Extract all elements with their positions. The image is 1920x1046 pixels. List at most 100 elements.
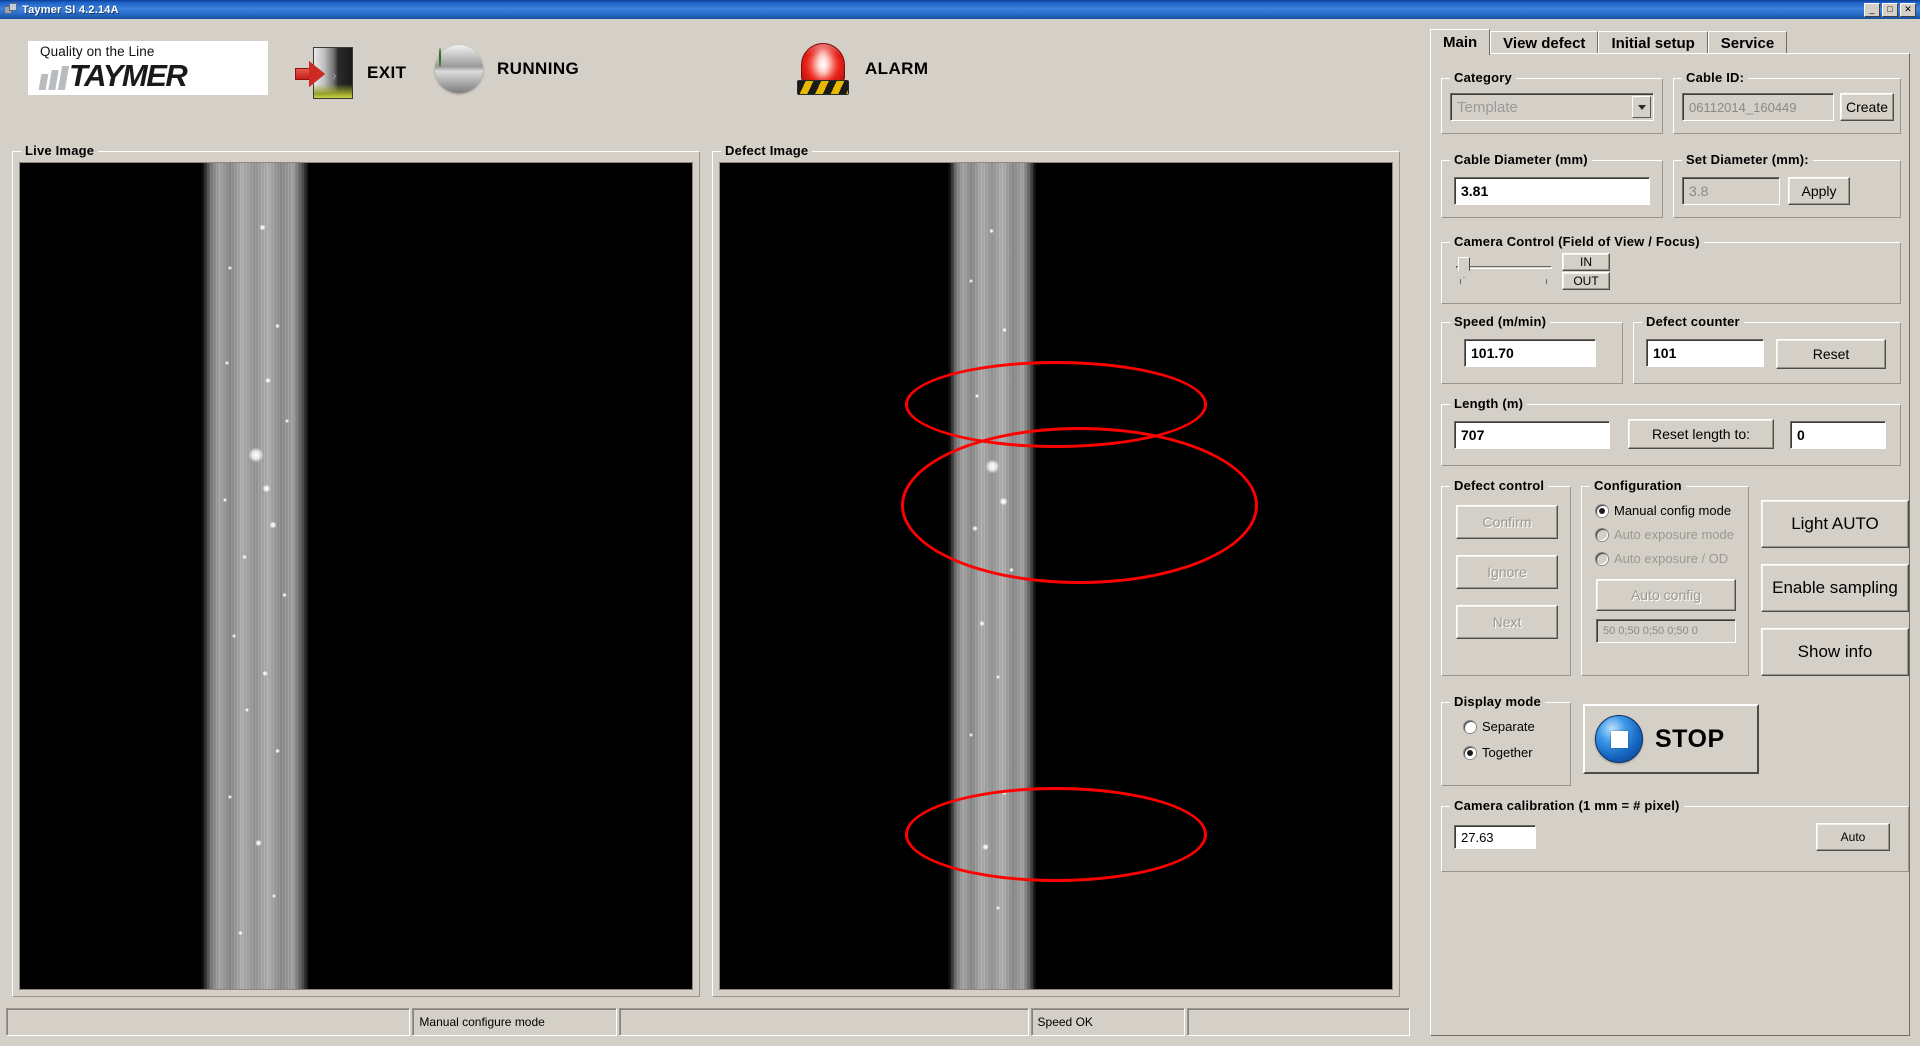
alarm-beacon-icon — [795, 41, 851, 97]
category-title: Category — [1450, 70, 1516, 85]
configuration-title: Configuration — [1590, 478, 1686, 493]
status-cell-4 — [1187, 1008, 1410, 1036]
status-bar: Manual configure mode Speed OK — [6, 1008, 1410, 1036]
defect-image-panel: Defect Image — [712, 143, 1400, 997]
window-title: Taymer SI 4.2.14A — [22, 3, 119, 16]
maximize-button[interactable]: □ — [1882, 2, 1898, 17]
focus-slider[interactable] — [1456, 257, 1552, 287]
ignore-button[interactable]: Ignore — [1456, 555, 1558, 589]
defect-counter-title: Defect counter — [1642, 314, 1744, 329]
cable-id-field[interactable]: 06112014_160449 — [1682, 93, 1834, 121]
exit-door-icon: › — [295, 45, 353, 101]
tab-service[interactable]: Service — [1707, 31, 1788, 55]
live-image-title: Live Image — [21, 143, 99, 158]
live-image-view[interactable] — [19, 162, 693, 990]
show-info-button[interactable]: Show info — [1761, 628, 1909, 676]
length-title: Length (m) — [1450, 396, 1528, 411]
camera-control-title: Camera Control (Field of View / Focus) — [1450, 234, 1704, 249]
camera-out-button[interactable]: OUT — [1562, 272, 1610, 290]
status-cell-mode: Manual configure mode — [412, 1008, 618, 1036]
cable-id-group: Cable ID: 06112014_160449 Create — [1673, 70, 1901, 134]
speed-value[interactable]: 101.70 — [1464, 339, 1596, 367]
radio-auto-exposure-label: Auto exposure mode — [1614, 527, 1734, 542]
exit-label: EXIT — [367, 63, 407, 82]
radio-manual-config-label: Manual config mode — [1614, 503, 1732, 518]
reset-length-value[interactable]: 0 — [1790, 421, 1886, 449]
camera-control-group: Camera Control (Field of View / Focus) I… — [1441, 234, 1901, 304]
reset-counter-button[interactable]: Reset — [1776, 339, 1886, 369]
radio-auto-exposure[interactable]: Auto exposure mode — [1596, 527, 1734, 542]
radio-display-separate-label: Separate — [1482, 719, 1535, 734]
length-group: Length (m) 707 Reset length to: 0 — [1441, 396, 1901, 466]
status-cell-speed: Speed OK — [1030, 1008, 1186, 1036]
defect-counter-value[interactable]: 101 — [1646, 339, 1764, 367]
set-diameter-value[interactable]: 3.8 — [1682, 177, 1780, 205]
display-mode-title: Display mode — [1450, 694, 1545, 709]
status-cell-2 — [619, 1008, 1029, 1036]
tab-strip: Main View defect Initial setup Service — [1430, 29, 1910, 55]
category-combo[interactable]: Template — [1450, 93, 1654, 121]
stop-icon — [1595, 715, 1643, 763]
status-cell-0 — [6, 1008, 411, 1036]
chevron-down-icon[interactable] — [1632, 96, 1651, 118]
camera-calibration-value[interactable]: 27.63 — [1454, 825, 1536, 849]
app-root: Quality on the Line TAYMER › EXIT RUNNIN… — [0, 19, 1920, 1046]
tab-main[interactable]: Main — [1430, 29, 1491, 55]
radio-display-separate[interactable]: Separate — [1464, 719, 1535, 734]
light-auto-button[interactable]: Light AUTO — [1761, 500, 1909, 548]
minimize-button[interactable]: _ — [1864, 2, 1880, 17]
live-image-panel: Live Image — [12, 143, 700, 997]
radio-manual-config[interactable]: Manual config mode — [1596, 503, 1731, 518]
alarm-indicator[interactable]: ALARM — [795, 41, 928, 97]
defect-control-group: Defect control Confirm Ignore Next — [1441, 478, 1571, 676]
window-titlebar: Taymer SI 4.2.14A _ □ ✕ — [0, 0, 1920, 19]
app-icon — [4, 2, 18, 17]
enable-sampling-button[interactable]: Enable sampling — [1761, 564, 1909, 612]
apply-button[interactable]: Apply — [1788, 177, 1850, 205]
camera-calibration-title: Camera calibration (1 mm = # pixel) — [1450, 798, 1684, 813]
auto-config-button[interactable]: Auto config — [1596, 579, 1736, 611]
next-button[interactable]: Next — [1456, 605, 1558, 639]
radio-display-together[interactable]: Together — [1464, 745, 1533, 760]
tab-initial-setup[interactable]: Initial setup — [1598, 31, 1708, 55]
create-button[interactable]: Create — [1840, 93, 1894, 121]
config-values-field: 50 0;50 0;50 0;50 0 — [1596, 619, 1736, 643]
running-label: RUNNING — [497, 59, 580, 78]
set-diameter-title: Set Diameter (mm): — [1682, 152, 1813, 167]
stop-label: STOP — [1655, 724, 1725, 753]
exit-button[interactable]: › EXIT — [295, 45, 406, 101]
defect-image-view[interactable] — [719, 162, 1393, 990]
logo-wordmark: TAYMER — [69, 58, 188, 94]
cable-id-title: Cable ID: — [1682, 70, 1749, 85]
category-group: Category Template — [1441, 70, 1663, 134]
defect-counter-group: Defect counter 101 Reset — [1633, 314, 1901, 384]
calibration-auto-button[interactable]: Auto — [1816, 823, 1890, 851]
logo-bars-icon — [38, 65, 70, 90]
camera-in-button[interactable]: IN — [1562, 253, 1610, 271]
alarm-label: ALARM — [865, 59, 929, 78]
reset-length-button[interactable]: Reset length to: — [1628, 419, 1774, 449]
length-value[interactable]: 707 — [1454, 421, 1610, 449]
radio-auto-exposure-od[interactable]: Auto exposure / OD — [1596, 551, 1728, 566]
tab-view-defect[interactable]: View defect — [1490, 31, 1599, 55]
logo-tagline: Quality on the Line — [40, 44, 155, 60]
camera-calibration-group: Camera calibration (1 mm = # pixel) 27.6… — [1441, 798, 1909, 872]
control-panel: Main View defect Initial setup Service C… — [1420, 19, 1920, 1046]
radio-display-together-label: Together — [1482, 745, 1533, 760]
category-value: Template — [1457, 98, 1518, 116]
cable-diameter-value[interactable]: 3.81 — [1454, 177, 1650, 205]
speed-title: Speed (m/min) — [1450, 314, 1551, 329]
running-lamp-icon — [435, 45, 483, 93]
running-indicator[interactable]: RUNNING — [435, 45, 579, 93]
set-diameter-group: Set Diameter (mm): 3.8 Apply — [1673, 152, 1901, 218]
cable-diameter-group: Cable Diameter (mm) 3.81 — [1441, 152, 1663, 218]
defect-control-title: Defect control — [1450, 478, 1549, 493]
stop-button[interactable]: STOP — [1583, 704, 1759, 774]
defect-image-title: Defect Image — [721, 143, 813, 158]
tab-page-main: Category Template Cable ID: 06112014_160… — [1430, 53, 1910, 1036]
header-bar: Quality on the Line TAYMER › EXIT RUNNIN… — [0, 19, 1420, 117]
display-mode-group: Display mode Separate Together — [1441, 694, 1571, 786]
taymer-logo: Quality on the Line TAYMER — [28, 41, 268, 95]
close-button[interactable]: ✕ — [1900, 2, 1916, 17]
confirm-button[interactable]: Confirm — [1456, 505, 1558, 539]
